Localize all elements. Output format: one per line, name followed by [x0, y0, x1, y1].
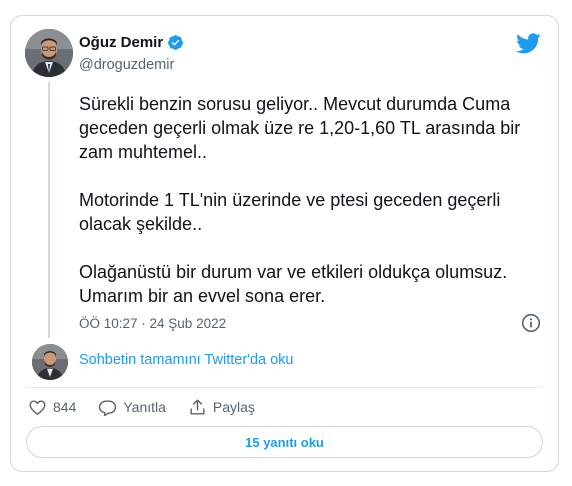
reply-label: Yanıtla: [123, 399, 166, 415]
author-handle[interactable]: @droguzdemir: [79, 57, 174, 73]
verified-badge-icon: [167, 34, 184, 51]
embedded-tweet-card: Oğuz Demir @droguzdemir Sürekli benzin s…: [10, 15, 559, 472]
share-icon: [190, 399, 205, 415]
author-name-row[interactable]: Oğuz Demir: [79, 34, 184, 51]
thread-line: [48, 82, 50, 338]
reply-icon: [99, 399, 117, 416]
like-button[interactable]: 844: [28, 398, 76, 417]
like-count: 844: [53, 399, 77, 415]
author-display-name[interactable]: Oğuz Demir: [79, 34, 163, 51]
twitter-bird-icon[interactable]: [516, 33, 541, 54]
heart-icon: [29, 399, 46, 415]
read-full-thread-link[interactable]: Sohbetin tamamını Twitter'da oku: [79, 352, 293, 368]
tweet-actions: 844 Yanıtla Paylaş: [28, 396, 277, 418]
tweet-timestamp[interactable]: ÖÖ 10:27 · 24 Şub 2022: [79, 316, 226, 331]
reply-button[interactable]: Yanıtla: [98, 398, 166, 417]
tweet-text: Sürekli benzin sorusu geliyor.. Mevcut d…: [79, 94, 521, 306]
thread-avatar[interactable]: [32, 344, 68, 380]
author-avatar[interactable]: [25, 29, 73, 77]
share-button[interactable]: Paylaş: [188, 398, 255, 417]
info-icon[interactable]: [521, 313, 541, 333]
share-label: Paylaş: [212, 399, 255, 415]
divider: [26, 387, 543, 388]
read-replies-button[interactable]: 15 yanıtı oku: [26, 426, 543, 458]
